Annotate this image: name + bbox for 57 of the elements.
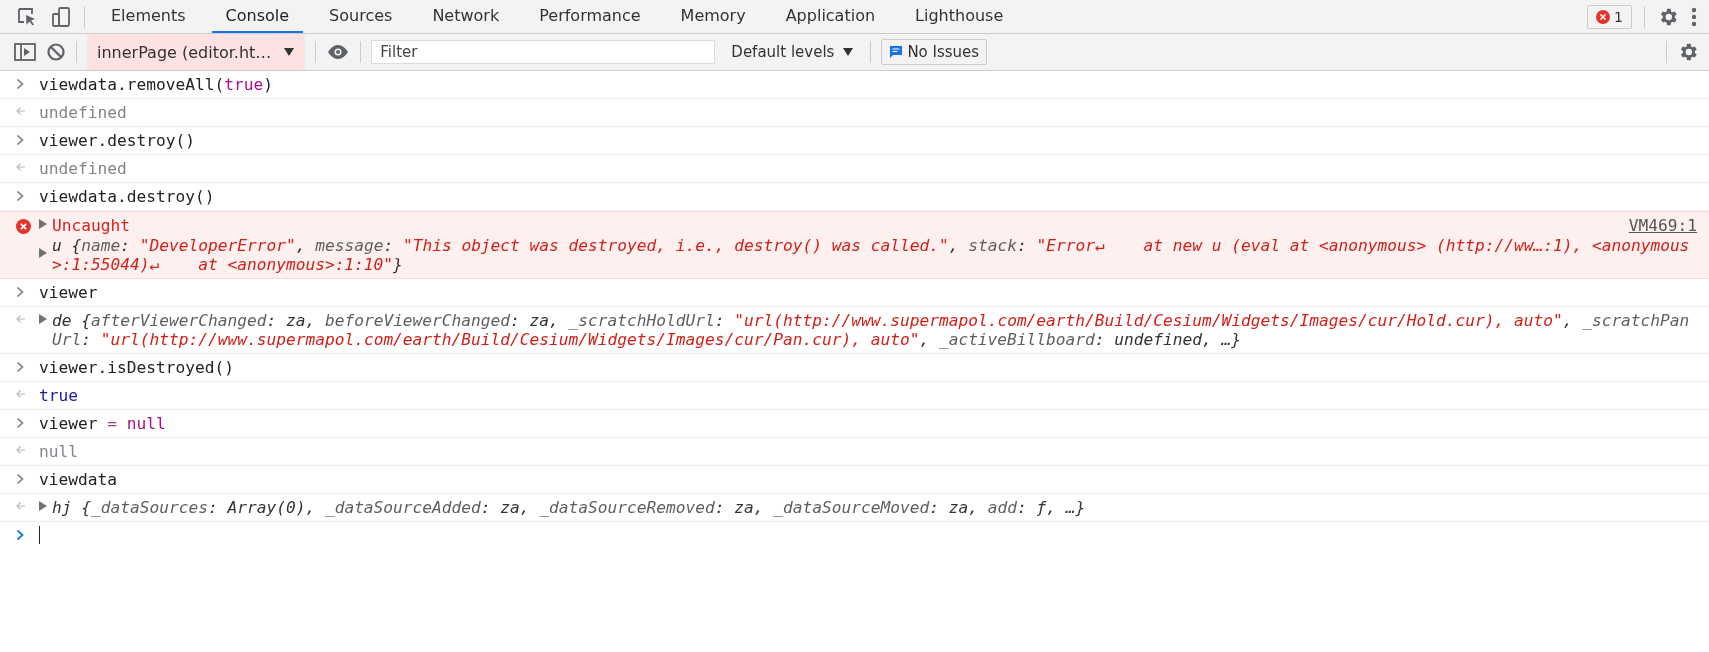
sidebar-toggle-icon[interactable] [14,42,36,62]
input-chevron-icon [16,190,24,202]
more-options-icon[interactable] [1691,5,1697,28]
error-title: Uncaught [52,216,130,235]
error-object-text: u {name: "DeveloperError", message: "This object was destroyed, i.e., destroy() was called.", stack: "Error↵ at new u (eval at <anonymous> (http://ww…:1), <anonymous>:1:55044)↵ at <anonymous>:1:10"} [52,236,1691,274]
input-code-text: viewdata [39,470,117,489]
expand-triangle-icon[interactable] [39,219,47,229]
device-toolbar-icon[interactable] [50,5,72,28]
expand-triangle-icon[interactable] [39,314,47,324]
result-text: undefined [39,103,127,122]
error-icon [16,219,31,234]
result-text: de {afterViewerChanged: za, beforeViewerChanged: za, _scratchHoldUrl: "url(http://www.supermapol.com/earth/Build/Cesium/Widgets/Images/cur/Hold.cur), auto", _scratchPanUrl: "url(http://www.supermapol.com/earth/Build/Cesium/Widgets/Images/cur/Pan.cur), auto", _activeBillboard: undefined, …} [52,311,1691,349]
result-arrow-icon [16,501,26,511]
input-chevron-icon [16,361,24,373]
panel-tab[interactable]: Sources [315,0,407,33]
clear-console-icon[interactable] [46,42,66,62]
result-arrow-icon [16,389,26,399]
input-code-text: viewdata.removeAll(true) [39,75,273,94]
input-chevron-icon [16,417,24,429]
error-count: 1 [1614,8,1623,25]
result-text: true [39,386,78,405]
input-code-text: viewer [39,283,98,302]
input-code-text: viewdata.destroy() [39,187,215,206]
input-chevron-icon [16,134,24,146]
dropdown-caret-icon [842,47,855,57]
error-count-badge[interactable]: 1 [1587,4,1632,29]
result-text: undefined [39,159,127,178]
eye-icon[interactable] [326,44,351,60]
panel-tab[interactable]: Application [771,0,890,33]
issues-button[interactable]: No Issues [881,39,988,65]
result-arrow-icon [16,445,26,455]
input-code-text: viewer.isDestroyed() [39,358,234,377]
result-text: hj {_dataSources: Array(0), _dataSourceAdded: za, _dataSourceRemoved: za, _dataSourceMoved: za, add: ƒ, …} [52,498,1086,517]
context-selector[interactable]: innerPage (editor.ht… [87,34,306,70]
result-text: null [39,442,78,461]
error-icon [1596,9,1611,24]
input-code-text: viewer = null [39,414,166,433]
result-arrow-icon [16,314,26,324]
prompt-chevron-icon [16,529,24,541]
input-chevron-icon [16,286,24,298]
panel-tab[interactable]: Network [418,0,514,33]
expand-triangle-icon[interactable] [39,248,47,258]
result-arrow-icon [16,106,26,116]
dropdown-caret-icon [283,47,296,57]
panel-tab[interactable]: Elements [97,0,200,33]
source-link[interactable]: VM469:1 [1628,216,1697,235]
panel-tab[interactable]: Memory [666,0,760,33]
input-chevron-icon [16,473,24,485]
filter-field[interactable]: Filter [371,40,716,64]
input-code-text: viewer.destroy() [39,131,195,150]
panel-tab[interactable]: Lighthouse [901,0,1018,33]
result-arrow-icon [16,162,26,172]
log-levels-dropdown[interactable]: Default levels [725,42,861,62]
expand-triangle-icon[interactable] [39,501,47,511]
input-chevron-icon [16,78,24,90]
panel-tab[interactable]: Performance [525,0,655,33]
message-icon [889,45,904,59]
